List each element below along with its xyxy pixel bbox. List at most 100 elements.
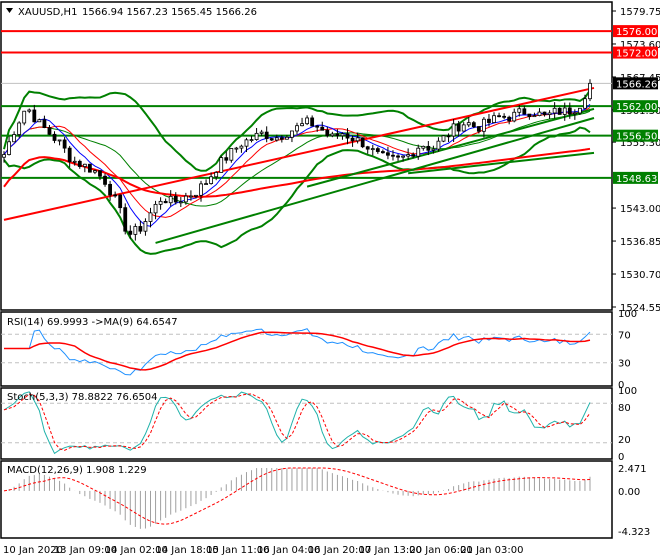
candle-body xyxy=(340,133,345,137)
stoch-tick-label: 80 xyxy=(618,403,631,414)
candle-body xyxy=(487,118,491,123)
candle-body xyxy=(113,194,118,197)
candle-body xyxy=(290,130,294,138)
candle-body xyxy=(219,157,224,173)
candle xyxy=(229,148,234,163)
candle-body xyxy=(98,170,102,177)
candle-body xyxy=(138,226,143,232)
current-price-label: 1566.26 xyxy=(616,79,657,90)
stoch-tick-label: 0 xyxy=(618,452,624,463)
macd-tick-label: 2.471 xyxy=(618,464,647,475)
candle-body xyxy=(365,146,370,150)
candle xyxy=(557,107,562,115)
price-tick-label: 1530.70 xyxy=(620,270,660,281)
candle-body xyxy=(12,134,17,143)
candle-body xyxy=(401,155,405,158)
chart-window: 1579.751573.601567.451561.301555.301543.… xyxy=(0,0,660,560)
candle-body xyxy=(300,123,304,127)
candle xyxy=(219,155,224,173)
candle-body xyxy=(93,170,97,173)
candle-body xyxy=(577,107,582,114)
candle-body xyxy=(17,122,22,135)
candle-body xyxy=(552,107,557,114)
level-label: 1572.00 xyxy=(616,49,657,60)
candle-body xyxy=(123,207,128,232)
candle-body xyxy=(47,127,52,135)
price-tick-label: 1536.85 xyxy=(620,237,660,248)
candle-body xyxy=(118,194,123,209)
candle-body xyxy=(82,163,87,167)
price-tick-label: 1579.75 xyxy=(620,7,660,18)
candle-body xyxy=(229,148,234,161)
candle-body xyxy=(209,176,214,184)
candle-body xyxy=(567,107,572,115)
candle-body xyxy=(441,135,446,142)
rsi-tick-label: 30 xyxy=(618,359,631,370)
level-label: 1562.00 xyxy=(616,102,657,113)
level-label: 1576.00 xyxy=(616,27,657,38)
candle-body xyxy=(466,122,471,126)
candle-body xyxy=(37,119,42,123)
candle-body xyxy=(436,140,441,150)
candle-body xyxy=(87,163,92,173)
candle-body xyxy=(254,132,259,140)
candle-body xyxy=(77,160,82,167)
candle-body xyxy=(451,123,456,137)
level-label: 1556.50 xyxy=(616,132,657,143)
time-label: 21 Jan 03:00 xyxy=(460,545,523,556)
candle-body xyxy=(527,113,532,118)
candle-body xyxy=(355,137,360,142)
candle-body xyxy=(416,147,421,157)
candle-body xyxy=(446,135,451,138)
candle-body xyxy=(396,155,400,158)
candle-body xyxy=(143,221,148,232)
candle-body xyxy=(67,147,72,162)
candle-body xyxy=(163,200,168,204)
candle-body xyxy=(588,82,592,100)
candle-body xyxy=(421,145,426,149)
candle-body xyxy=(345,133,350,139)
candle-body xyxy=(279,137,284,140)
candle xyxy=(87,163,92,173)
candle-body xyxy=(562,107,567,115)
candle-body xyxy=(482,118,486,132)
chart-ohlc: 1566.94 1567.23 1565.45 1566.26 xyxy=(82,7,257,18)
chart-canvas[interactable]: 1579.751573.601567.451561.301555.301543.… xyxy=(0,0,660,560)
candle-body xyxy=(214,172,219,178)
candle-body xyxy=(168,195,173,204)
stoch-label: Stoch(5,3,3) 78.8822 76.6504 xyxy=(7,392,158,403)
candle-body xyxy=(583,98,587,109)
candle-body xyxy=(158,200,163,205)
candle-body xyxy=(386,152,390,156)
candle-body xyxy=(471,122,476,127)
candle-body xyxy=(310,117,315,127)
candle-body xyxy=(406,154,411,157)
macd-tick-label: 0.00 xyxy=(618,487,640,498)
candle-body xyxy=(269,138,274,141)
stoch-tick-label: 100 xyxy=(618,386,637,397)
macd-tick-label: -4.323 xyxy=(618,527,650,538)
candle-body xyxy=(183,195,188,203)
candle-body xyxy=(547,112,552,116)
candle-body xyxy=(244,139,249,147)
candle-body xyxy=(532,115,537,118)
candle-body xyxy=(52,133,57,141)
candle-body xyxy=(391,154,395,157)
candle-body xyxy=(284,136,289,140)
candle-body xyxy=(507,116,512,122)
candle-body xyxy=(173,195,178,203)
candle-body xyxy=(456,123,461,132)
candle-body xyxy=(295,125,299,132)
candle-body xyxy=(315,125,320,128)
candle-body xyxy=(7,141,11,155)
candle-body xyxy=(103,175,107,185)
candle-body xyxy=(542,111,547,116)
candle-body xyxy=(497,115,501,118)
rsi-label: RSI(14) 69.9993 ->MA(9) 64.6547 xyxy=(7,317,178,328)
candle xyxy=(360,137,365,149)
candle-body xyxy=(305,117,310,125)
candle-body xyxy=(249,139,254,141)
candle-body xyxy=(380,151,385,154)
candle-body xyxy=(108,183,112,196)
candle xyxy=(441,135,446,143)
